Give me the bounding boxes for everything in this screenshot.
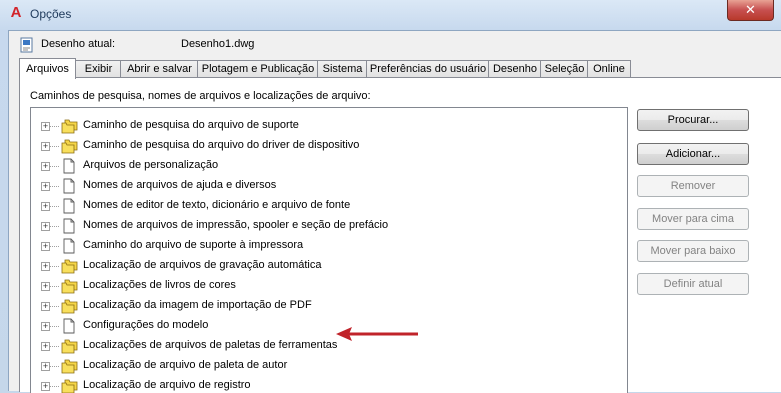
autocad-logo-icon: A bbox=[10, 4, 22, 21]
expand-icon[interactable]: + bbox=[41, 322, 50, 331]
folders-icon bbox=[60, 357, 78, 375]
set-current-button[interactable]: Definir atual bbox=[637, 273, 749, 295]
document-icon bbox=[60, 197, 78, 215]
tree-item[interactable]: + Localizações de arquivos de paletas de … bbox=[31, 336, 625, 356]
window-title: Opções bbox=[30, 7, 72, 21]
tree-connector bbox=[50, 366, 59, 367]
tree-connector bbox=[50, 286, 59, 287]
tree-item-label: Caminho do arquivo de suporte à impresso… bbox=[83, 239, 304, 251]
tree-item-label: Nomes de editor de texto, dicionário e a… bbox=[83, 199, 351, 211]
document-icon bbox=[60, 237, 78, 255]
tab-selecao[interactable]: Seleção bbox=[540, 60, 589, 78]
tree-item[interactable]: + Localização de arquivo de paleta de aut… bbox=[31, 356, 625, 376]
folders-icon bbox=[60, 297, 78, 315]
tree-connector bbox=[50, 226, 59, 227]
tree-item-label: Caminho de pesquisa do arquivo de suport… bbox=[83, 119, 299, 131]
folders-icon bbox=[60, 377, 78, 393]
folders-icon bbox=[60, 257, 78, 275]
tree-item-label: Configurações do modelo bbox=[83, 319, 209, 331]
document-icon bbox=[60, 217, 78, 235]
files-tab-panel: Caminhos de pesquisa, nomes de arquivos … bbox=[19, 77, 781, 393]
tree-connector bbox=[50, 186, 59, 187]
tree-item-label: Localização de arquivo de paleta de auto… bbox=[83, 359, 288, 371]
tab-exibir[interactable]: Exibir bbox=[75, 60, 122, 78]
options-dialog: A Opções ✕ Desenho atual: Desenho1.dwg A… bbox=[0, 0, 781, 393]
tree-item[interactable]: + Nomes de arquivos de ajuda e diversos bbox=[31, 176, 625, 196]
expand-icon[interactable]: + bbox=[41, 222, 50, 231]
tree-item-label: Localizações de livros de cores bbox=[83, 279, 236, 291]
tree-item[interactable]: + Localizações de livros de cores bbox=[31, 276, 625, 296]
document-icon bbox=[60, 157, 78, 175]
tree-item[interactable]: + Caminho de pesquisa do arquivo do drive… bbox=[31, 136, 625, 156]
tree-connector bbox=[50, 246, 59, 247]
folders-icon bbox=[60, 277, 78, 295]
search-paths-label: Caminhos de pesquisa, nomes de arquivos … bbox=[30, 90, 371, 102]
tab-preferencias-do-usuario[interactable]: Preferências do usuário bbox=[366, 60, 490, 78]
tree-item-label: Localização da imagem de importação de P… bbox=[83, 299, 312, 311]
tree-item-label: Arquivos de personalização bbox=[83, 159, 219, 171]
close-icon: ✕ bbox=[745, 2, 756, 17]
expand-icon[interactable]: + bbox=[41, 342, 50, 351]
tree-connector bbox=[50, 326, 59, 327]
tree-item[interactable]: + Arquivos de personalização bbox=[31, 156, 625, 176]
tree-item[interactable]: + Caminho de pesquisa do arquivo de supor… bbox=[31, 116, 625, 136]
expand-icon[interactable]: + bbox=[41, 242, 50, 251]
add-button[interactable]: Adicionar... bbox=[637, 143, 749, 165]
current-drawing-label: Desenho atual: bbox=[41, 38, 115, 50]
expand-icon[interactable]: + bbox=[41, 182, 50, 191]
tab-plotagem-e-publicacao[interactable]: Plotagem e Publicação bbox=[197, 60, 319, 78]
expand-icon[interactable]: + bbox=[41, 122, 50, 131]
expand-icon[interactable]: + bbox=[41, 142, 50, 151]
tree-connector bbox=[50, 306, 59, 307]
tree-item-label: Nomes de arquivos de impressão, spooler … bbox=[83, 219, 389, 231]
annotation-arrow-icon bbox=[336, 327, 418, 341]
expand-icon[interactable]: + bbox=[41, 202, 50, 211]
current-drawing-name: Desenho1.dwg bbox=[181, 38, 255, 50]
folders-icon bbox=[60, 137, 78, 155]
tab-online[interactable]: Online bbox=[587, 60, 631, 78]
tab-arquivos[interactable]: Arquivos bbox=[19, 58, 76, 79]
tree-item[interactable]: + Nomes de arquivos de impressão, spooler… bbox=[31, 216, 625, 236]
expand-icon[interactable]: + bbox=[41, 282, 50, 291]
tree-connector bbox=[50, 266, 59, 267]
tree-connector bbox=[50, 126, 59, 127]
tree-connector bbox=[50, 386, 59, 387]
tree-item[interactable]: + Localização da imagem de importação de … bbox=[31, 296, 625, 316]
title-bar: A Opções ✕ bbox=[0, 0, 781, 28]
tree-item-label: Localizações de arquivos de paletas de f… bbox=[83, 339, 338, 351]
remove-button[interactable]: Remover bbox=[637, 175, 749, 197]
tree-connector bbox=[50, 166, 59, 167]
tree-connector bbox=[50, 146, 59, 147]
expand-icon[interactable]: + bbox=[41, 262, 50, 271]
tree-item-label: Caminho de pesquisa do arquivo do driver… bbox=[83, 139, 360, 151]
tree-connector bbox=[50, 346, 59, 347]
document-icon bbox=[60, 177, 78, 195]
tree-item[interactable]: + Nomes de editor de texto, dicionário e … bbox=[31, 196, 625, 216]
folders-icon bbox=[60, 117, 78, 135]
folders-icon bbox=[60, 337, 78, 355]
tree-item[interactable]: + Configurações do modelo bbox=[31, 316, 625, 336]
tab-sistema[interactable]: Sistema bbox=[317, 60, 368, 78]
expand-icon[interactable]: + bbox=[41, 162, 50, 171]
move-up-button[interactable]: Mover para cima bbox=[637, 208, 749, 230]
browse-button[interactable]: Procurar... bbox=[637, 109, 749, 131]
close-button[interactable]: ✕ bbox=[727, 0, 774, 21]
tree-item[interactable]: + Caminho do arquivo de suporte à impress… bbox=[31, 236, 625, 256]
drawing-file-icon bbox=[20, 37, 33, 53]
tree-item-label: Localização de arquivo de registro bbox=[83, 379, 251, 391]
move-down-button[interactable]: Mover para baixo bbox=[637, 240, 749, 262]
tree-connector bbox=[50, 206, 59, 207]
tab-abrir-e-salvar[interactable]: Abrir e salvar bbox=[120, 60, 199, 78]
tree-item-label: Localização de arquivos de gravação auto… bbox=[83, 259, 322, 271]
expand-icon[interactable]: + bbox=[41, 362, 50, 371]
tree-item-label: Nomes de arquivos de ajuda e diversos bbox=[83, 179, 277, 191]
expand-icon[interactable]: + bbox=[41, 302, 50, 311]
tab-desenho[interactable]: Desenho bbox=[488, 60, 542, 78]
tree-item[interactable]: + Localização de arquivos de gravação aut… bbox=[31, 256, 625, 276]
document-icon bbox=[60, 317, 78, 335]
file-paths-tree[interactable]: + Caminho de pesquisa do arquivo de supor… bbox=[30, 107, 628, 393]
tree-item[interactable]: + Localização de arquivo de registro bbox=[31, 376, 625, 393]
